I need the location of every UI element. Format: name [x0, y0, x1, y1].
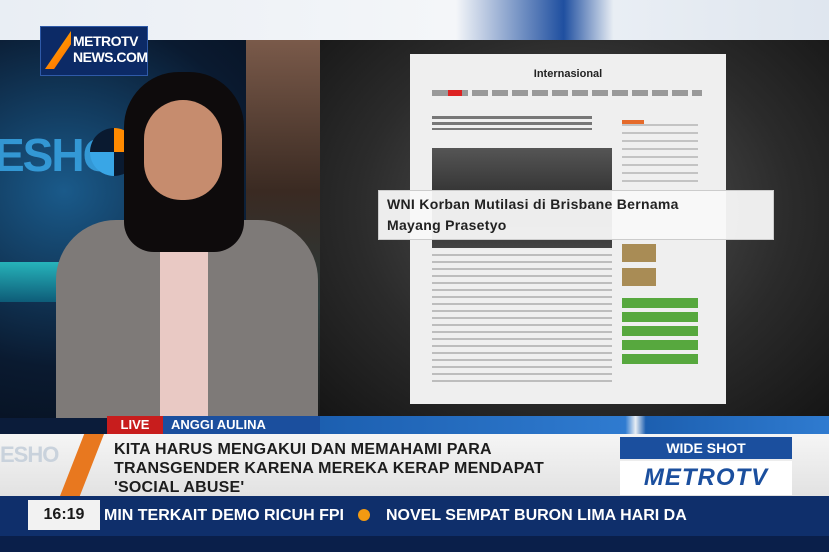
caption-line1: KITA HARUS MENGAKUI DAN MEMAHAMI PARA: [114, 441, 492, 458]
ticker-text: MIN TERKAIT DEMO RICUH FPI NOVEL SEMPAT B…: [104, 503, 829, 529]
web-page-article-body: [432, 254, 612, 384]
web-page-sidebar-list: [622, 124, 698, 184]
metrotvnews-logo: METROTV NEWS.COM: [40, 26, 148, 76]
metrotv-bird-icon: [45, 31, 71, 69]
web-page-sidebar-green-list: [622, 298, 698, 364]
headline-line2: Mayang Prasetyo: [387, 217, 507, 233]
ticker-item: NOVEL SEMPAT BURON LIMA HARI DA: [386, 507, 687, 524]
metrotv-brand-logo: METROTV: [620, 461, 792, 495]
anchor-face: [144, 100, 222, 200]
bottom-band: [0, 536, 829, 552]
ticker-separator-dot-icon: [358, 509, 370, 521]
web-page-section-title: Internasional: [533, 68, 603, 80]
lower-third-program-logo: ESHO: [0, 442, 59, 467]
anchor-shirt: [160, 230, 208, 418]
web-page-sidebar-thumbnails: [622, 244, 656, 288]
live-badge: LIVE: [107, 416, 163, 434]
logo-line1: METROTV: [73, 33, 138, 49]
web-page-menu: [432, 90, 702, 96]
caption: KITA HARUS MENGAKUI DAN MEMAHAMI PARA TR…: [114, 440, 614, 497]
caption-line3: 'SOCIAL ABUSE': [114, 479, 245, 496]
ticker-item: MIN TERKAIT DEMO RICUH FPI: [104, 507, 344, 524]
headline-overlay: WNI Korban Mutilasi di Brisbane Bernama …: [378, 190, 774, 240]
web-page-menu-highlight: [448, 90, 462, 96]
lower-third-accent-bar: [320, 416, 829, 434]
web-page-article-heading: [432, 116, 592, 130]
presenter-name-tag: ANGGI AULINA: [163, 416, 320, 434]
logo-line2: NEWS.COM: [73, 49, 148, 65]
caption-line2: TRANSGENDER KARENA MEREKA KERAP MENDAPAT: [114, 460, 544, 477]
studio-shot: ESHO: [0, 40, 320, 418]
clock: 16:19: [28, 500, 100, 530]
news-anchor: [56, 70, 318, 418]
program-tag: WIDE SHOT: [620, 437, 792, 459]
headline-line1: WNI Korban Mutilasi di Brisbane Bernama: [387, 196, 679, 212]
